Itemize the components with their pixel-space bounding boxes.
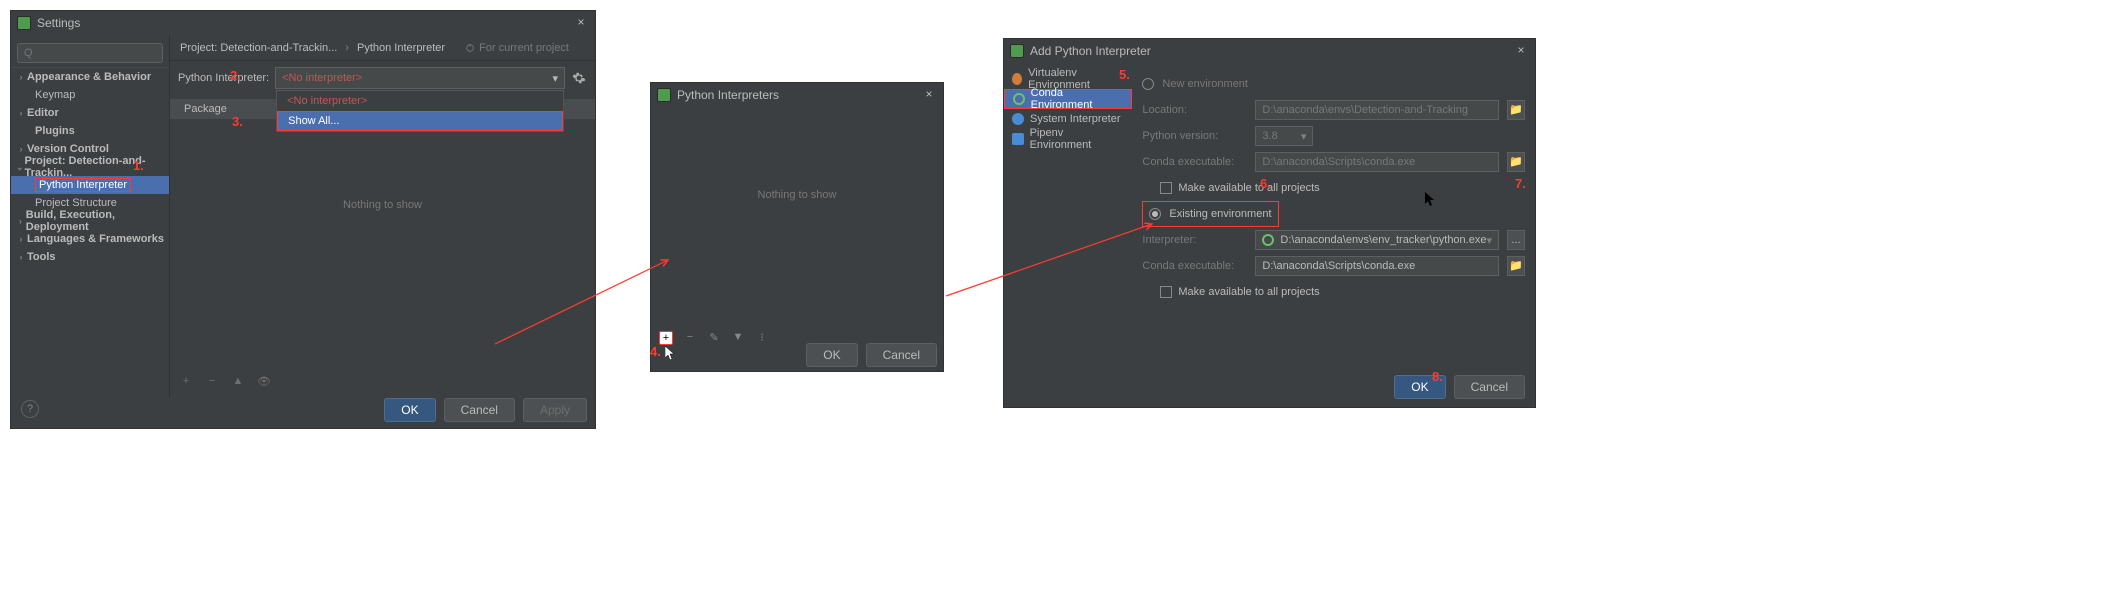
make-available-checkbox-2[interactable]: [1160, 286, 1172, 298]
remove-package-icon[interactable]: −: [204, 375, 220, 388]
add-interpreter-icon[interactable]: +: [659, 331, 673, 345]
gear-icon[interactable]: [571, 70, 587, 86]
location-input: D:\anaconda\envs\Detection-and-Tracking: [1255, 100, 1499, 120]
settings-search-input[interactable]: [17, 43, 163, 63]
browse-conda2-button[interactable]: 📁: [1507, 256, 1525, 276]
add-package-icon[interactable]: +: [178, 375, 194, 388]
settings-titlebar[interactable]: Settings ×: [11, 11, 595, 35]
close-icon[interactable]: ×: [573, 15, 589, 31]
settings-main: Project: Detection-and-Trackin... › Pyth…: [170, 35, 595, 398]
pycharm-icon: [657, 88, 671, 102]
tree-keymap[interactable]: Keymap: [11, 86, 169, 104]
interpreters-empty: Nothing to show: [651, 107, 943, 201]
conda-icon: [1013, 93, 1025, 105]
tree-appearance[interactable]: ›Appearance & Behavior: [11, 68, 169, 86]
ok-button[interactable]: OK: [1394, 375, 1445, 399]
conda-exe2-label: Conda executable:: [1142, 260, 1247, 272]
add-interpreter-title: Add Python Interpreter: [1030, 44, 1151, 58]
browse-conda-button: 📁: [1507, 152, 1525, 172]
help-button[interactable]: ?: [21, 400, 39, 418]
modified-indicator-icon: [159, 163, 165, 171]
dropdown-no-interpreter[interactable]: <No interpreter>: [277, 91, 563, 111]
interp-label: Interpreter:: [1142, 234, 1247, 246]
env-pipenv[interactable]: Pipenv Environment: [1004, 129, 1132, 149]
radio-existing-env[interactable]: [1149, 208, 1161, 220]
python-interpreters-dialog: Python Interpreters × Nothing to show + …: [650, 82, 944, 372]
radio-new-env-row[interactable]: New environment: [1142, 71, 1525, 97]
dropdown-show-all[interactable]: Show All...: [277, 111, 563, 131]
chevron-right-icon: ›: [345, 42, 349, 54]
eye-icon[interactable]: 👁: [256, 375, 272, 388]
chevron-down-icon: ▾: [1486, 234, 1492, 247]
interpreter-combobox[interactable]: <No interpreter> ▾ <No interpreter> Show…: [275, 67, 565, 89]
for-current-project-hint: For current project: [465, 42, 569, 54]
breadcrumb: Project: Detection-and-Trackin... › Pyth…: [170, 35, 595, 61]
env-system[interactable]: System Interpreter: [1004, 109, 1132, 129]
interpreter-dropdown: <No interpreter> Show All...: [276, 90, 564, 132]
filter-icon[interactable]: ▼: [731, 331, 745, 345]
apply-button[interactable]: Apply: [523, 398, 587, 422]
interpreter-label: Python Interpreter:: [178, 72, 269, 84]
settings-dialog: Settings × ›Appearance & Behavior Keymap…: [10, 10, 596, 429]
system-icon: [1012, 113, 1024, 125]
ok-button[interactable]: OK: [806, 343, 857, 367]
crumb-interpreter: Python Interpreter: [357, 42, 445, 54]
pipenv-icon: [1012, 133, 1024, 145]
remove-interpreter-icon[interactable]: −: [683, 331, 697, 345]
env-virtualenv[interactable]: Virtualenv Environment: [1004, 69, 1132, 89]
package-table-empty: Nothing to show: [170, 199, 595, 211]
tree-tools[interactable]: ›Tools: [11, 248, 169, 266]
env-type-list: Virtualenv Environment Conda Environment…: [1004, 63, 1132, 407]
interpreters-title: Python Interpreters: [677, 88, 779, 102]
conda-icon: [1262, 234, 1274, 246]
pyver-select: 3.8▾: [1255, 126, 1313, 146]
cancel-button[interactable]: Cancel: [1454, 375, 1525, 399]
tree-build[interactable]: ›Build, Execution, Deployment: [11, 212, 169, 230]
chevron-down-icon: ▾: [552, 72, 558, 85]
edit-interpreter-icon[interactable]: ✎: [707, 331, 721, 345]
close-icon[interactable]: ×: [1513, 43, 1529, 59]
conda-exe-label: Conda executable:: [1142, 156, 1247, 168]
close-icon[interactable]: ×: [921, 87, 937, 103]
cancel-button[interactable]: Cancel: [866, 343, 937, 367]
chevron-down-icon: ▾: [1301, 130, 1307, 143]
settings-tree: ›Appearance & Behavior Keymap ›Editor Pl…: [11, 35, 170, 398]
tree-editor[interactable]: ›Editor: [11, 104, 169, 122]
interpreters-toolbar: + − ✎ ▼ ⁝: [659, 331, 769, 345]
tree-project[interactable]: ⌄Project: Detection-and-Trackin...: [11, 158, 169, 176]
pyver-label: Python version:: [1142, 130, 1247, 142]
paths-icon[interactable]: ⁝: [755, 331, 769, 345]
tree-plugins[interactable]: Plugins: [11, 122, 169, 140]
browse-location-button: 📁: [1507, 100, 1525, 120]
pycharm-icon: [1010, 44, 1024, 58]
browse-interpreter-button[interactable]: ...: [1507, 230, 1525, 250]
virtualenv-icon: [1012, 73, 1022, 85]
env-form: New environment Location: D:\anaconda\en…: [1132, 63, 1535, 407]
settings-title: Settings: [37, 16, 80, 30]
conda-exe-input: D:\anaconda\Scripts\conda.exe: [1255, 152, 1499, 172]
reset-icon: [465, 43, 475, 53]
add-interpreter-titlebar[interactable]: Add Python Interpreter ×: [1004, 39, 1535, 63]
pycharm-icon: [17, 16, 31, 30]
cancel-button[interactable]: Cancel: [444, 398, 515, 422]
make-available-checkbox: [1160, 182, 1172, 194]
tree-lang[interactable]: ›Languages & Frameworks: [11, 230, 169, 248]
crumb-project[interactable]: Project: Detection-and-Trackin...: [180, 42, 337, 54]
package-toolbar: + − ▲ 👁: [178, 375, 272, 388]
interp-path-select[interactable]: D:\anaconda\envs\env_tracker\python.exe …: [1255, 230, 1499, 250]
interpreters-titlebar[interactable]: Python Interpreters ×: [651, 83, 943, 107]
location-label: Location:: [1142, 104, 1247, 116]
radio-new-env[interactable]: [1142, 78, 1154, 90]
add-interpreter-dialog: Add Python Interpreter × Virtualenv Envi…: [1003, 38, 1536, 408]
ok-button[interactable]: OK: [384, 398, 435, 422]
conda-exe2-input[interactable]: D:\anaconda\Scripts\conda.exe: [1255, 256, 1499, 276]
up-package-icon[interactable]: ▲: [230, 375, 246, 388]
radio-existing-env-row[interactable]: Existing environment: [1142, 201, 1278, 227]
env-conda[interactable]: Conda Environment: [1004, 89, 1132, 109]
